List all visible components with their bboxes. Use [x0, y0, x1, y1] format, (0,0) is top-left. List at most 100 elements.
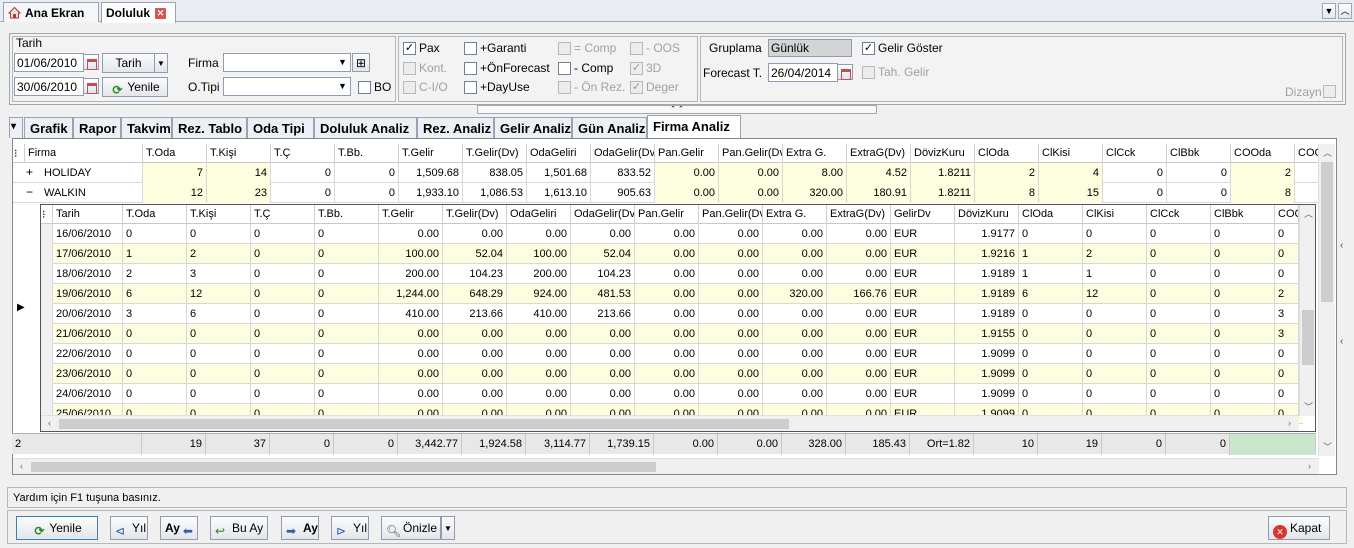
dayuse-checkbox[interactable] — [464, 81, 477, 94]
column-header[interactable]: COO — [1275, 205, 1299, 224]
table-row[interactable]: 23/06/2010 0 0 0 0 0.00 0.00 0.00 0.00 0.00 0.00 0.… — [41, 364, 1303, 384]
tab-doluluk[interactable]: Doluluk ✕ — [101, 2, 176, 23]
chevron-down-icon[interactable]: ﹀ — [1319, 440, 1336, 453]
tab-rapor[interactable]: Rapor — [73, 117, 121, 138]
tab-oda-tipi[interactable]: Oda Tipi — [247, 117, 314, 138]
column-header[interactable]: T.Oda — [143, 144, 207, 163]
table-row[interactable]: 21/06/2010 0 0 0 0 0.00 0.00 0.00 0.00 0.00 0.00 0.… — [41, 324, 1303, 344]
table-row[interactable]: 17/06/2010 1 2 0 0 100.00 52.04 100.00 52.04 0.00… — [41, 244, 1303, 264]
row-selector[interactable] — [41, 284, 53, 304]
chevron-left-icon[interactable]: ‹ — [13, 461, 30, 471]
tab-doluluk-analiz[interactable]: Doluluk Analiz — [314, 117, 417, 138]
table-row[interactable]: + HOLIDAY 7 14 0 0 1,509.68 838.05 1,501.68 833.5… — [13, 163, 1319, 183]
column-header[interactable]: OdaGeliri — [527, 144, 591, 163]
column-header[interactable]: OdaGelir(Dv — [591, 144, 655, 163]
chevron-down-icon[interactable]: ▼ — [441, 516, 455, 540]
column-header[interactable]: Pan.Gelir(Dv — [719, 144, 783, 163]
column-header[interactable]: Extra G. — [783, 144, 847, 163]
tab-grafik[interactable]: Grafik — [24, 117, 73, 138]
column-header[interactable]: ClKisi — [1083, 205, 1147, 224]
deger-checkbox[interactable]: ✓ — [630, 81, 643, 94]
row-selector[interactable] — [41, 244, 53, 264]
scroll-thumb[interactable] — [31, 462, 656, 472]
column-header[interactable]: ClBbk — [1211, 205, 1275, 224]
tab-ana-ekran[interactable]: Ana Ekran — [3, 2, 99, 22]
column-header[interactable]: Tarih — [53, 205, 123, 224]
scroll-thumb[interactable] — [1321, 162, 1333, 302]
year-forward-button[interactable]: ⊳ Yıl — [331, 516, 369, 540]
lookup-icon[interactable]: ⊞ — [352, 53, 370, 72]
table-row[interactable]: 22/06/2010 0 0 0 0 0.00 0.00 0.00 0.00 0.00 0.00 0.… — [41, 344, 1303, 364]
column-header[interactable]: ClOda — [975, 144, 1039, 163]
detail-vertical-scrollbar[interactable]: ︿ ﹀ — [1299, 205, 1315, 416]
calendar-icon[interactable] — [837, 64, 853, 80]
otipi-select[interactable] — [223, 77, 351, 96]
master-vertical-scrollbar[interactable]: ︿ ﹀ — [1318, 144, 1335, 456]
row-selector[interactable] — [41, 224, 53, 244]
row-selector[interactable] — [41, 364, 53, 384]
detail-horizontal-scrollbar[interactable]: ‹ › — [41, 415, 1299, 431]
expand-icon[interactable]: − — [25, 183, 39, 203]
column-header[interactable]: Pan.Gelir — [655, 144, 719, 163]
column-header[interactable]: T.Kişi — [207, 144, 271, 163]
chevron-right-icon[interactable]: › — [1281, 418, 1298, 428]
column-header[interactable]: Pan.Gelir — [635, 205, 699, 224]
table-row[interactable]: 20/06/2010 3 6 0 0 410.00 213.66 410.00 213.66 0.… — [41, 304, 1303, 324]
date-from-input[interactable]: 01/06/2010 — [14, 53, 84, 72]
onforecast-checkbox[interactable] — [464, 62, 477, 75]
yenile-small-button[interactable]: ⟳ Yenile — [102, 77, 168, 97]
column-header[interactable]: ClBbk — [1167, 144, 1231, 163]
table-row[interactable]: − WALKIN 12 23 0 0 1,933.10 1,086.53 1,613.10 905… — [13, 183, 1319, 203]
kont-checkbox[interactable] — [403, 62, 416, 75]
bo-checkbox[interactable] — [358, 81, 371, 94]
column-header[interactable]: ExtraG(Dv) — [827, 205, 891, 224]
pax-checkbox[interactable]: ✓ — [403, 42, 416, 55]
column-header[interactable]: GelirDv — [891, 205, 955, 224]
month-forward-button[interactable]: ➡ Ay — [281, 516, 319, 540]
close-icon[interactable]: ✕ — [155, 8, 166, 19]
table-row[interactable]: 24/06/2010 0 0 0 0 0.00 0.00 0.00 0.00 0.00 0.00 0.… — [41, 384, 1303, 404]
column-chooser-icon[interactable]: ⁝ — [41, 205, 53, 224]
row-selector[interactable] — [41, 324, 53, 344]
column-header[interactable]: T.Kişi — [187, 205, 251, 224]
row-selector[interactable] — [41, 344, 53, 364]
row-selector[interactable] — [41, 264, 53, 284]
onrez-checkbox[interactable] — [558, 81, 571, 94]
tab-list-dropdown[interactable]: ▼ — [1322, 3, 1336, 19]
column-header[interactable]: T.Bb. — [315, 205, 379, 224]
preview-button[interactable]: 🔍︎ Önizle — [381, 516, 441, 540]
column-chooser-icon[interactable]: ⁝ — [13, 144, 25, 163]
gruplama-select[interactable]: Günlük — [768, 39, 852, 57]
expand-icon[interactable]: + — [25, 163, 39, 183]
column-header[interactable]: T.Ç — [251, 205, 315, 224]
column-header[interactable]: OdaGeliri — [507, 205, 571, 224]
tab-scroll-left[interactable]: ▾ — [9, 117, 23, 138]
column-header[interactable]: T.Gelir — [399, 144, 463, 163]
column-header[interactable]: T.Ç — [271, 144, 335, 163]
yenile-button[interactable]: ⟳ Yenile — [16, 516, 98, 540]
column-header[interactable]: DövizKuru — [911, 144, 975, 163]
column-header[interactable]: ClCck — [1147, 205, 1211, 224]
garanti-checkbox[interactable] — [464, 42, 477, 55]
table-row[interactable]: 16/06/2010 0 0 0 0 0.00 0.00 0.00 0.00 0.00 0.00 0.… — [41, 224, 1303, 244]
kapat-button[interactable]: ✕ Kapat — [1268, 516, 1330, 540]
row-selector[interactable] — [41, 384, 53, 404]
column-header[interactable]: T.Gelir(Dv) — [463, 144, 527, 163]
chevron-right-icon[interactable]: › — [1301, 461, 1318, 471]
chevron-up-icon[interactable]: ︿ — [1300, 207, 1315, 220]
dizayn-checkbox[interactable] — [1323, 85, 1336, 98]
table-row[interactable]: 19/06/2010 6 12 0 0 1,244.00 648.29 924.00 481.5… — [41, 284, 1303, 304]
column-header[interactable]: ClOda — [1019, 205, 1083, 224]
column-header[interactable]: T.Gelir(Dv) — [443, 205, 507, 224]
3d-checkbox[interactable]: ✓ — [630, 62, 643, 75]
tab-firma-analiz[interactable]: Firma Analiz — [647, 115, 741, 139]
this-month-button[interactable]: ↩ Bu Ay — [210, 516, 268, 540]
column-header[interactable]: T.Gelir — [379, 205, 443, 224]
column-header[interactable]: OdaGelir(Dv — [571, 205, 635, 224]
chevron-left-icon[interactable]: ‹ — [1340, 336, 1343, 347]
collapse-button[interactable]: ︿ — [1338, 3, 1352, 19]
tab-rez-tablo[interactable]: Rez. Tablo — [172, 117, 247, 138]
gelir-goster-checkbox[interactable]: ✓ — [862, 42, 875, 55]
date-to-input[interactable]: 30/06/2010 — [14, 77, 84, 96]
column-header[interactable]: COOda — [1231, 144, 1295, 163]
